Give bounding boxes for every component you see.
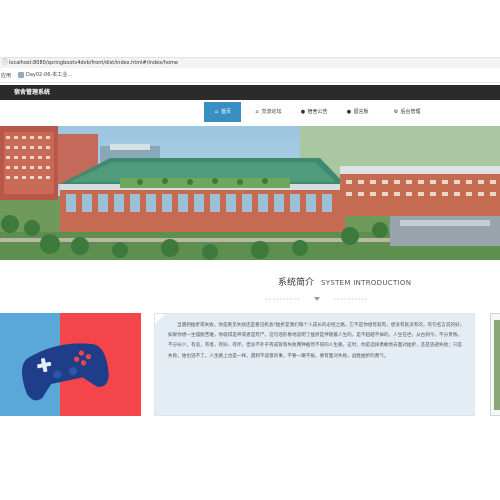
chevron-down-icon [314,297,320,301]
admin-icon: ⚙ [393,109,399,115]
main-nav: ⌂ 首页 ⌂ 交流论坛 ● 宿舍公告 ● 留言板 ⚙ 后台管理 [0,100,500,126]
nav-item-label: 交流论坛 [261,109,282,115]
section-title-en: SYSTEM INTRODUCTION [321,279,412,287]
nav-item-label: 留言板 [353,109,369,115]
app-header: 宿舍管理系统 [0,85,500,100]
home-icon: ⌂ [214,109,219,115]
system-intro-text: 当遇到挫折或失败，你是看见失败还是看见机会?挫折是我们每个人成长的必经之路，它不… [168,323,465,359]
campus-banner-image [0,126,500,260]
forum-icon: ⌂ [255,109,259,115]
bookmarks-bar: 应用 Day02-06-本工业... [0,68,500,83]
message-icon: ● [346,109,352,115]
nav-item-notice[interactable]: ● 宿舍公告 [295,102,333,122]
notice-icon: ● [300,109,306,115]
info-icon[interactable]: ⓘ [2,60,8,66]
card-corner-fold [155,314,165,324]
nav-item-label: 宿舍公告 [307,109,328,115]
bookmark-item[interactable]: Day02-06-本工业... [18,71,72,79]
section-divider [266,297,368,301]
card-image [494,320,500,410]
url-text[interactable]: localhost:8080/springbootv4dvb/front/dis… [9,59,178,67]
apps-shortcut[interactable]: 应用 [1,72,11,79]
next-card-peek[interactable] [490,313,500,416]
nav-item-forum[interactable]: ⌂ 交流论坛 [250,102,286,122]
nav-item-label: 首页 [220,109,231,115]
gamepad-illustration [0,313,141,416]
bookmark-favicon-icon [18,71,24,78]
section-title-cn: 系统简介 [278,278,315,288]
address-bar[interactable]: ⓘ localhost:8080/springbootv4dvb/front/d… [0,57,500,68]
bookmark-item-label: Day02-06-本工业... [26,72,72,78]
app-title: 宿舍管理系统 [14,89,51,96]
system-intro-card: 当遇到挫折或失败，你是看见失败还是看见机会?挫折是我们每个人成长的必经之路，它不… [154,313,475,416]
browser-chrome-top [0,0,500,57]
game-controller-card[interactable] [0,313,141,416]
nav-item-message[interactable]: ● 留言板 [341,102,374,122]
nav-item-admin[interactable]: ⚙ 后台管理 [389,102,425,122]
campus-banner [0,126,500,260]
nav-item-label: 后台管理 [400,109,421,115]
nav-item-home[interactable]: ⌂ 首页 [204,102,241,122]
system-intro-heading: 系统简介 SYSTEM INTRODUCTION [0,277,500,291]
